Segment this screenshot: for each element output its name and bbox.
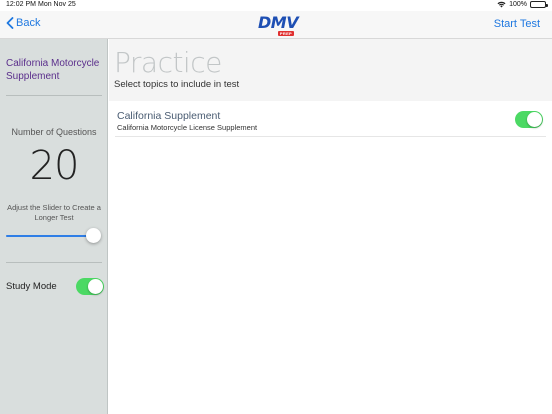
back-label: Back bbox=[16, 17, 41, 29]
status-bar: 12:02 PM Mon Nov 25 100% bbox=[0, 0, 552, 11]
main-header: Practice Select topics to include in tes… bbox=[109, 39, 552, 101]
slider-thumb[interactable] bbox=[85, 228, 101, 243]
sidebar-divider bbox=[6, 262, 102, 263]
slider-fill bbox=[6, 235, 94, 237]
logo-text: DMV bbox=[258, 13, 299, 32]
toggle-knob bbox=[527, 112, 542, 127]
sidebar-divider bbox=[6, 95, 102, 96]
battery-percent: 100% bbox=[509, 1, 527, 8]
questions-count: 20 bbox=[29, 143, 80, 189]
battery-icon bbox=[530, 1, 548, 8]
wifi-icon bbox=[497, 1, 506, 8]
toggle-knob bbox=[88, 279, 103, 294]
page-title: Practice bbox=[114, 46, 222, 79]
sidebar: California Motorcycle Supplement Number … bbox=[0, 39, 108, 414]
topic-row[interactable]: California Supplement California Motorcy… bbox=[115, 107, 546, 137]
status-date: Mon Nov 25 bbox=[38, 1, 76, 8]
topic-toggle[interactable] bbox=[515, 111, 543, 128]
main-content: Practice Select topics to include in tes… bbox=[109, 39, 552, 414]
status-right: 100% bbox=[497, 1, 548, 8]
questions-label: Number of Questions bbox=[11, 127, 97, 137]
dmv-prep-logo: DMV PREP bbox=[258, 13, 299, 37]
study-mode-label: Study Mode bbox=[6, 281, 57, 292]
page-subtitle: Select topics to include in test bbox=[114, 79, 240, 90]
nav-bar: Back DMV PREP Start Test bbox=[0, 11, 552, 39]
slider-hint: Adjust the Slider to Create a Longer Tes… bbox=[7, 203, 101, 222]
study-mode-toggle[interactable] bbox=[76, 278, 104, 295]
topic-subtitle: California Motorcycle License Supplement bbox=[117, 123, 258, 132]
chevron-left-icon bbox=[6, 17, 14, 29]
topic-title: California Supplement bbox=[117, 110, 221, 122]
sidebar-title: California Motorcycle Supplement bbox=[6, 58, 100, 82]
start-test-button[interactable]: Start Test bbox=[494, 18, 540, 30]
back-button[interactable]: Back bbox=[6, 17, 40, 29]
logo-badge: PREP bbox=[277, 31, 294, 36]
question-count-slider[interactable] bbox=[6, 228, 101, 244]
status-time: 12:02 PM bbox=[6, 1, 36, 8]
